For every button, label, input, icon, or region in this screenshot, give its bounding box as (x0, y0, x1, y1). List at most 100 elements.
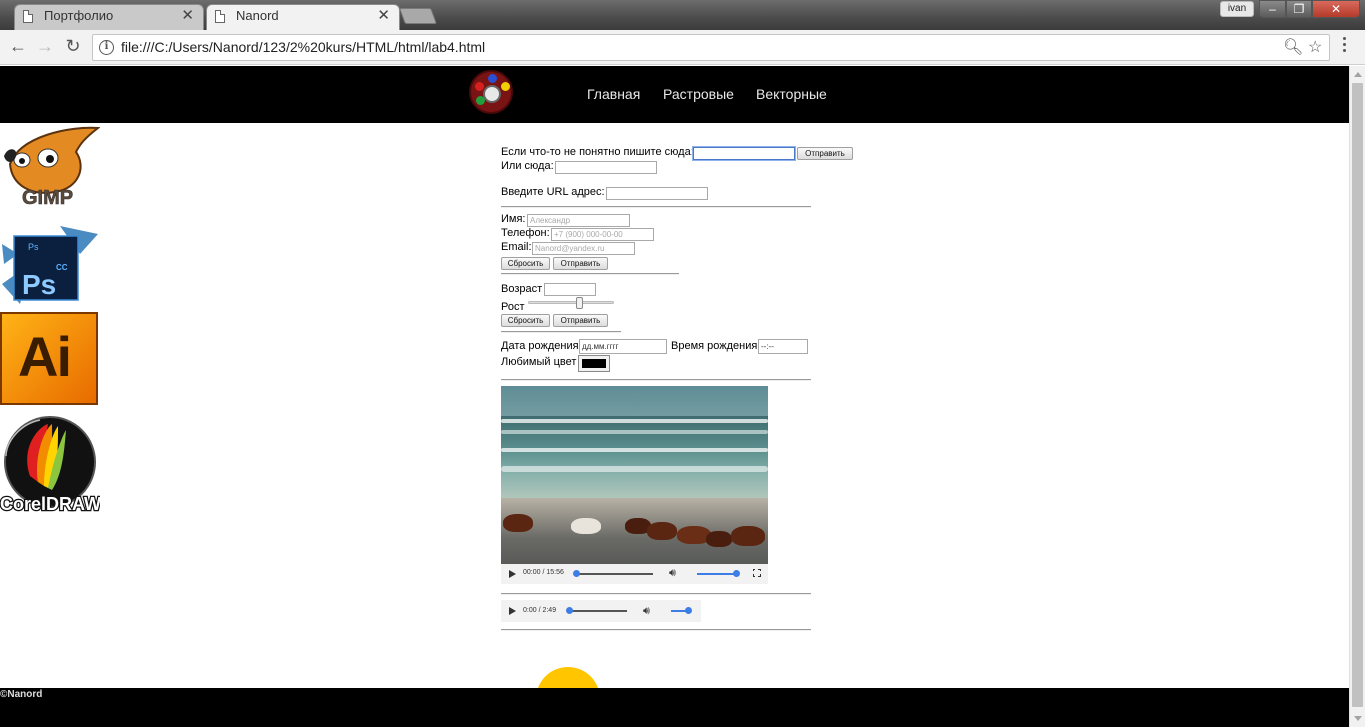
close-window-button[interactable]: ✕ (1312, 0, 1360, 18)
feedback-submit-button[interactable]: Отправить (797, 147, 853, 160)
video-progress-knob[interactable] (573, 570, 580, 577)
back-arrow-icon[interactable]: ← (7, 35, 29, 57)
phone-label: Телефон: (501, 227, 550, 239)
tab-portfolio[interactable]: Портфолио ✕ (14, 4, 204, 30)
browser-toolbar: ← → ↻ i file:///C:/Users/Nanord/123/2%20… (0, 30, 1365, 65)
tab-nanord[interactable]: Nanord ✕ (206, 4, 400, 30)
or-here-input[interactable] (555, 161, 657, 174)
audio-progress-bar[interactable] (569, 610, 627, 612)
email-label: Email: (501, 241, 532, 253)
wave (501, 430, 768, 434)
height-label: Рост (501, 301, 525, 313)
scrollbar-thumb[interactable] (1352, 83, 1363, 707)
nav-link-vector[interactable]: Векторные (756, 86, 827, 102)
divider (501, 593, 811, 595)
age-label: Возраст (501, 283, 543, 295)
horse (571, 518, 601, 534)
horse (503, 514, 533, 532)
name-label: Имя: (501, 213, 526, 225)
play-icon[interactable] (509, 607, 516, 615)
photoshop-logo[interactable]: Ps CC Ps (0, 224, 100, 306)
nav-link-raster[interactable]: Растровые (663, 86, 734, 102)
ai-label: Ai (18, 325, 72, 388)
reload-icon[interactable]: ↻ (62, 35, 84, 57)
audio-progress-knob[interactable] (566, 607, 573, 614)
tab-title: Портфолио (44, 8, 114, 23)
play-icon[interactable] (509, 570, 516, 578)
video-player[interactable]: 00:00 / 15:56 🔊︎ (501, 386, 768, 584)
bookmark-star-icon[interactable]: ☆ (1308, 37, 1322, 57)
favcolor-label: Любимый цвет (501, 356, 577, 368)
reset-button[interactable]: Сбросить (501, 257, 550, 270)
info-icon[interactable]: i (99, 40, 114, 55)
new-tab-button[interactable] (399, 8, 437, 24)
page-icon (23, 10, 33, 23)
volume-icon[interactable]: 🔊︎ (669, 567, 676, 580)
ps-small-label: Ps (28, 242, 39, 252)
gimp-label: GIMP (22, 187, 73, 206)
video-volume-bar[interactable] (697, 573, 737, 575)
birthtime-input[interactable]: --:-- (758, 339, 808, 354)
feedback-label: Если что-то не понятно пишите сюда: (501, 146, 694, 158)
minimize-button[interactable]: – (1259, 0, 1286, 18)
volume-icon[interactable]: 🔊︎ (643, 605, 650, 618)
tab-title: Nanord (236, 8, 279, 23)
divider (501, 273, 679, 275)
or-here-label: Или сюда: (501, 160, 554, 172)
url-text: file:///C:/Users/Nanord/123/2%20kurs/HTM… (121, 39, 486, 55)
page-viewport: Главная Растровые Векторные GIMP Ps CC P… (0, 66, 1349, 727)
illustrator-logo[interactable]: Ai (0, 312, 98, 405)
fullscreen-icon[interactable] (752, 568, 761, 577)
submit-button[interactable]: Отправить (553, 257, 608, 270)
audio-time: 0:00 / 2:49 (523, 607, 557, 614)
video-time: 00:00 / 15:56 (523, 569, 564, 576)
page-icon (215, 10, 225, 23)
maximize-button[interactable]: ❐ (1286, 0, 1312, 18)
audio-player[interactable]: 0:00 / 2:49 🔊︎ (501, 600, 701, 622)
coreldraw-logo[interactable]: CorelDRAW (0, 416, 100, 512)
video-controls: 00:00 / 15:56 🔊︎ (501, 564, 768, 584)
horse (731, 526, 765, 546)
divider (501, 331, 621, 333)
ps-label: Ps (22, 269, 56, 300)
divider (501, 379, 811, 381)
gimp-logo[interactable]: GIMP (0, 126, 100, 206)
address-bar[interactable]: i file:///C:/Users/Nanord/123/2%20kurs/H… (92, 34, 1330, 61)
feedback-input[interactable] (693, 147, 795, 160)
audio-volume-knob[interactable] (685, 607, 692, 614)
color-swatch (582, 359, 606, 368)
scroll-down-arrow-icon[interactable] (1354, 716, 1362, 721)
age-input[interactable] (544, 283, 596, 296)
name-input[interactable]: Александр (527, 214, 630, 227)
submit-button-2[interactable]: Отправить (553, 314, 608, 327)
video-volume-knob[interactable] (733, 570, 740, 577)
reset-button-2[interactable]: Сбросить (501, 314, 550, 327)
close-icon[interactable]: ✕ (181, 4, 194, 28)
phone-input[interactable]: +7 (900) 000-00-00 (551, 228, 654, 241)
close-icon[interactable]: ✕ (377, 4, 390, 28)
copyright-text: ©Nanord (0, 689, 43, 700)
email-input[interactable]: Nanord@yandex.ru (532, 242, 635, 255)
tab-strip: Портфолио ✕ Nanord ✕ ivan – ❐ ✕ (0, 0, 1365, 30)
profile-button[interactable]: ivan (1220, 1, 1254, 17)
url-input[interactable] (606, 187, 708, 200)
height-slider-track[interactable] (528, 301, 614, 304)
favcolor-picker[interactable] (578, 355, 610, 372)
wave (501, 419, 768, 423)
video-frame-sea (501, 416, 768, 501)
url-label: Введите URL адрес: (501, 186, 605, 198)
zoom-icon[interactable]: 🔍︎ (1283, 37, 1303, 57)
site-header: Главная Растровые Векторные (0, 66, 1349, 123)
wave (501, 448, 768, 452)
forward-arrow-icon[interactable]: → (34, 35, 56, 57)
height-slider-thumb[interactable] (576, 297, 583, 309)
menu-dots-icon[interactable] (1342, 37, 1348, 55)
birthdate-input[interactable]: дд.мм.гггг (579, 339, 667, 354)
video-progress-bar[interactable] (575, 573, 653, 575)
birthdate-label: Дата рождения (501, 340, 579, 352)
nav-link-home[interactable]: Главная (587, 86, 640, 102)
scroll-up-arrow-icon[interactable] (1354, 72, 1362, 77)
divider (501, 629, 811, 631)
page-scrollbar[interactable] (1349, 66, 1365, 727)
site-logo[interactable] (469, 70, 513, 114)
